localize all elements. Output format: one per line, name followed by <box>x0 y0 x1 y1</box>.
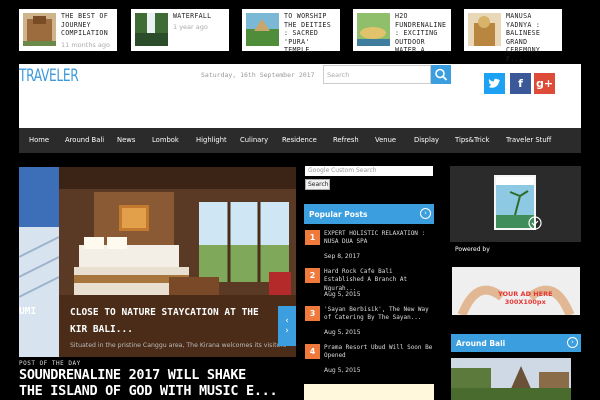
magazine-cover-image <box>494 175 542 230</box>
popular-posts-header: Popular Posts › <box>304 204 434 224</box>
slide-excerpt: Situated in the pristine Canggu area, Th… <box>70 342 288 349</box>
around-bali-image[interactable] <box>451 358 571 400</box>
popular-post-number: 3 <box>305 306 320 321</box>
magazine-cover-widget[interactable] <box>450 166 581 242</box>
chevron-right-icon[interactable]: › <box>420 208 431 219</box>
popular-post-number: 2 <box>305 268 320 283</box>
custom-search-input[interactable]: Google Custom Search <box>305 166 433 176</box>
recent-post-title: H2O FUNDRENALINE : EXCITING OUTDOOR WATE… <box>395 12 447 55</box>
nav-item-highlight[interactable]: Highlight <box>196 136 227 144</box>
post-of-the-day-title-line1: SOUNDRENALINE 2017 WILL SHAKE <box>19 367 247 383</box>
main-nav: Home Around Bali News Lombok Highlight C… <box>19 128 581 153</box>
post-of-the-day-title[interactable]: SOUNDRENALINE 2017 WILL SHAKE THE ISLAND… <box>19 367 309 399</box>
popular-post-item[interactable]: 2 Hard Rock Cafe Bali Established A Bran… <box>305 268 435 302</box>
around-bali-title: Around Bali <box>456 339 506 348</box>
slide-title[interactable]: CLOSE TO NATURE STAYCATION AT THE KIR BA… <box>70 304 280 340</box>
recent-posts-strip: THE BEST OF JOURNEY COMPILATION 11 month… <box>0 0 600 63</box>
popular-post-item[interactable]: 3 'Sayan Berbisik', The New Way of Cater… <box>305 306 435 340</box>
post-thumbnail <box>23 13 56 46</box>
ad-text-size: 300X100px <box>504 298 546 306</box>
popular-post-date: Sep 8, 2017 <box>324 253 361 260</box>
recent-post-title: WATERFALL <box>173 12 212 20</box>
popular-post-date: Aug 5, 2015 <box>324 367 361 374</box>
post-thumbnail <box>135 13 168 46</box>
recent-post-title: TO WORSHIP THE DEITIES : SACRED 'PURA' T… <box>284 12 331 55</box>
nav-item-display[interactable]: Display <box>414 136 439 144</box>
site-logo[interactable]: TRAVELER <box>19 66 79 86</box>
header-date: Saturday, 16th September 2017 <box>201 71 315 79</box>
powered-by-label: Powered by <box>455 246 490 253</box>
nav-item-home[interactable]: Home <box>29 136 49 144</box>
recent-post-title: MANUSA YADNYA : BALINESE GRAND CEREMONY … <box>506 12 541 63</box>
popular-post-number: 4 <box>305 344 320 359</box>
chevron-left-icon: ‹ <box>285 316 289 326</box>
recent-post-meta: 1 year ago <box>173 23 208 31</box>
search-input[interactable]: Search <box>323 65 431 84</box>
nav-item-tips-trick[interactable]: Tips&Trick <box>455 136 490 144</box>
nav-item-refresh[interactable]: Refresh <box>333 136 359 144</box>
popular-post-item[interactable]: 4 Prama Resort Ubud Will Soon Be Opened … <box>305 344 435 378</box>
nav-item-lombok[interactable]: Lombok <box>152 136 179 144</box>
widget-box <box>304 384 434 400</box>
chevron-right-icon[interactable]: › <box>567 337 578 348</box>
site-header: TRAVELER Saturday, 16th September 2017 S… <box>19 64 581 128</box>
recent-post-card[interactable]: H2O FUNDRENALINE : EXCITING OUTDOOR WATE… <box>353 9 451 54</box>
post-thumbnail <box>246 13 279 46</box>
post-thumbnail <box>468 13 501 46</box>
popular-post-title[interactable]: 'Sayan Berbisik', The New Way of Caterin… <box>324 306 434 323</box>
facebook-icon[interactable]: f <box>510 73 531 94</box>
temple-photo <box>451 358 571 400</box>
slider-prev-button[interactable]: ‹ › <box>278 306 296 346</box>
slide-prev-title[interactable]: UMI <box>19 306 36 317</box>
popular-posts-title: Popular Posts <box>309 210 368 219</box>
recent-post-card[interactable]: MANUSA YADNYA : BALINESE GRAND CEREMONY … <box>464 9 562 63</box>
popular-post-title[interactable]: Prama Resort Ubud Will Soon Be Opened <box>324 344 434 361</box>
nav-item-traveler-stuff[interactable]: Traveler Stuff <box>506 136 551 144</box>
nav-item-culinary[interactable]: Culinary <box>240 136 268 144</box>
search-button[interactable] <box>431 65 451 84</box>
popular-post-date: Aug 5, 2015 <box>324 291 361 298</box>
ad-text-title: YOUR AD HERE <box>498 290 553 298</box>
chevron-right-icon: › <box>285 326 289 336</box>
nav-item-venue[interactable]: Venue <box>375 136 396 144</box>
nav-item-around-bali[interactable]: Around Bali <box>65 136 104 144</box>
post-thumbnail <box>357 13 390 46</box>
recent-post-card[interactable]: TO WORSHIP THE DEITIES : SACRED 'PURA' T… <box>242 9 340 54</box>
popular-post-item[interactable]: 1 EXPERT HOLISTIC RELAXATION : NUSA DUA … <box>305 230 435 264</box>
popular-post-number: 1 <box>305 230 320 245</box>
popular-post-title[interactable]: Hard Rock Cafe Bali Established A Branch… <box>324 268 434 293</box>
recent-post-card[interactable]: THE BEST OF JOURNEY COMPILATION 11 month… <box>19 9 117 51</box>
popular-post-title[interactable]: EXPERT HOLISTIC RELAXATION : NUSA DUA SP… <box>324 230 434 247</box>
popular-post-date: Aug 5, 2015 <box>324 329 361 336</box>
post-of-the-day-label: POST OF THE DAY <box>19 360 81 367</box>
search-icon <box>435 68 448 81</box>
recent-post-meta: 11 months ago <box>61 41 110 49</box>
google-plus-icon[interactable]: g+ <box>534 73 555 94</box>
around-bali-header: Around Bali › <box>451 334 581 352</box>
ad-text[interactable]: YOUR AD HERE 300X100px <box>498 290 553 306</box>
custom-search-button[interactable]: Search <box>305 179 330 190</box>
recent-post-title: THE BEST OF JOURNEY COMPILATION <box>61 12 108 38</box>
nav-item-news[interactable]: News <box>117 136 135 144</box>
twitter-icon[interactable] <box>484 73 505 94</box>
nav-item-residence[interactable]: Residence <box>282 136 317 144</box>
recent-post-card[interactable]: WATERFALL 1 year ago <box>131 9 229 51</box>
post-of-the-day-title-line2: THE ISLAND OF GOD WITH MUSIC E... <box>19 383 278 399</box>
